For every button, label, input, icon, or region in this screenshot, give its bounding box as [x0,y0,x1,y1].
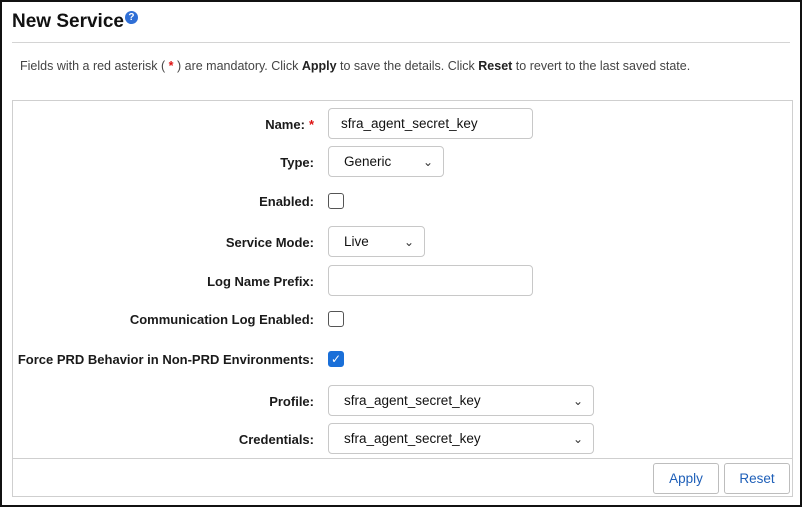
instructions-text: Fields with a red asterisk ( * ) are man… [20,59,690,73]
page-title: New Service [12,11,124,32]
service-mode-label: Service Mode: [225,234,314,250]
chevron-down-icon: ⌄ [572,431,583,446]
profile-select-value: sfra_agent_secret_key [344,393,481,408]
communication-log-row: Communication Log Enabled: [13,303,792,335]
log-name-prefix-row: Log Name Prefix: [13,265,792,297]
instructions-part3: to save the details. Click [336,59,479,73]
title-divider [12,42,790,43]
service-mode-select[interactable]: Live ⌄ [328,226,425,257]
service-form: Name:* Type: Generic ⌄ Enabled: Service … [12,100,793,497]
type-label: Type: [280,154,314,170]
instructions-part1: Fields with a red asterisk ( [20,59,166,73]
credentials-row: Credentials: sfra_agent_secret_key ⌄ [13,423,792,455]
profile-label: Profile: [269,393,314,409]
credentials-label: Credentials: [238,431,314,447]
name-label: Name: * [265,108,314,140]
name-row: Name: * [13,108,792,140]
service-mode-select-value: Live [344,234,369,249]
type-select-value: Generic [344,154,392,169]
help-icon[interactable]: ? [124,11,138,24]
force-prd-label: Force PRD Behavior in Non-PRD Environmen… [17,351,314,367]
reset-button[interactable]: Reset [724,463,790,494]
page-frame: New Service ? Fields with a red asterisk… [0,0,802,507]
chevron-down-icon: ⌄ [572,393,583,408]
credentials-select[interactable]: sfra_agent_secret_key ⌄ [328,423,594,454]
chevron-down-icon: ⌄ [422,154,433,169]
service-mode-row: Service Mode: Live ⌄ [13,226,792,258]
footer-divider [13,458,792,459]
instructions-part2: ) are mandatory. Click [177,59,302,73]
title-row: New Service ? [12,10,138,36]
instructions-reset: Reset [478,59,513,73]
type-select[interactable]: Generic ⌄ [328,146,444,177]
apply-button[interactable]: Apply [653,463,719,494]
force-prd-checkbox[interactable]: ✓ [328,351,344,367]
enabled-row: Enabled: [13,185,792,217]
communication-log-label: Communication Log Enabled: [129,311,314,327]
log-name-prefix-label: Log Name Prefix: [207,273,314,289]
enabled-label: Enabled: [259,193,314,209]
name-input[interactable] [328,108,533,139]
force-prd-row: Force PRD Behavior in Non-PRD Environmen… [13,343,792,375]
instructions-required-star: * [165,59,177,73]
type-row: Type: Generic ⌄ [13,146,792,178]
communication-log-checkbox[interactable] [328,311,344,327]
enabled-checkbox[interactable] [328,193,344,209]
credentials-select-value: sfra_agent_secret_key [344,431,481,446]
instructions-apply: Apply [301,59,337,73]
log-name-prefix-input[interactable] [328,265,533,296]
profile-row: Profile: sfra_agent_secret_key ⌄ [13,385,792,417]
profile-select[interactable]: sfra_agent_secret_key ⌄ [328,385,594,416]
instructions-part4: to revert to the last saved state. [512,59,691,73]
chevron-down-icon: ⌄ [403,234,414,249]
name-label-text: Name: [265,116,305,132]
required-asterisk: * [308,116,314,132]
